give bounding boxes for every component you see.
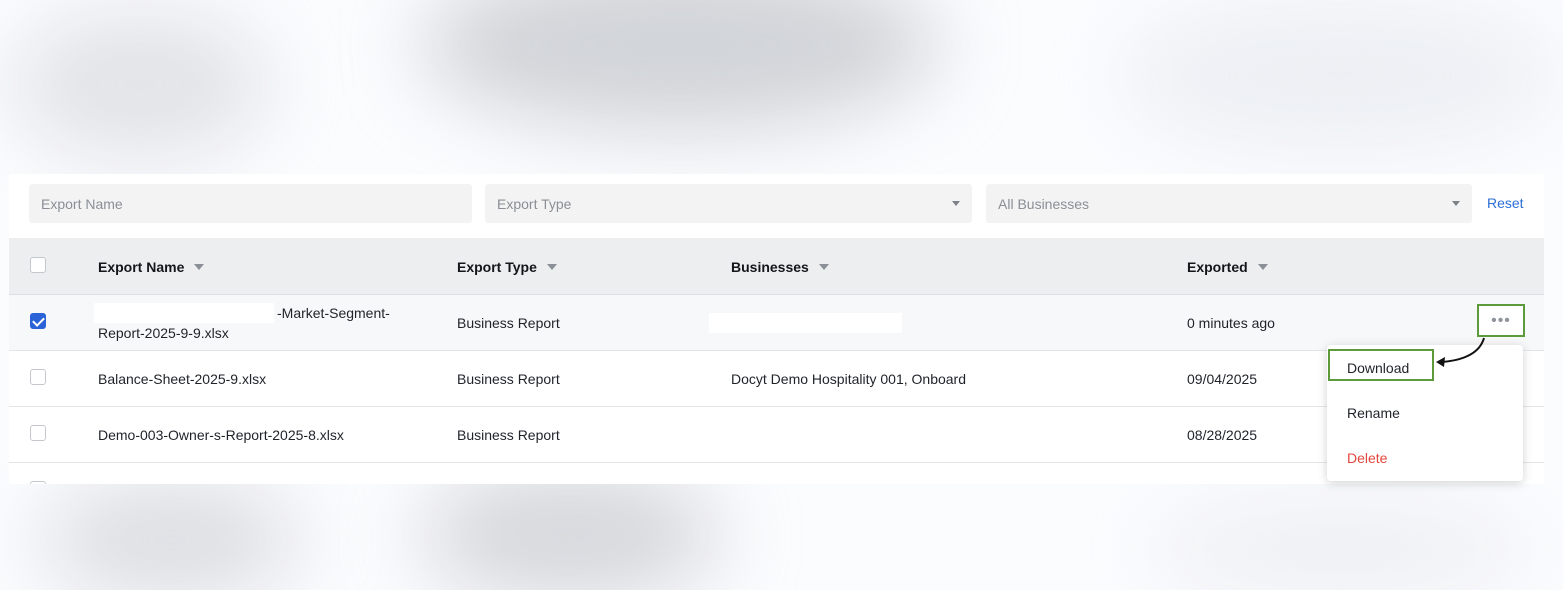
table-row[interactable] <box>9 463 1544 484</box>
column-export-type[interactable]: Export Type <box>457 259 557 275</box>
table-row[interactable]: -Market-Segment- Report-2025-9-9.xlsx Bu… <box>9 295 1544 351</box>
export-name-line1: -Market-Segment- <box>277 305 390 321</box>
column-export-name[interactable]: Export Name <box>98 259 205 275</box>
table-row[interactable]: Balance-Sheet-2025-9.xlsx Business Repor… <box>9 351 1544 407</box>
businesses-cell: Docyt Demo Hospitality 001, Onboard <box>731 371 966 387</box>
businesses-placeholder: All Businesses <box>998 195 1090 212</box>
column-export-name-label: Export Name <box>98 259 185 275</box>
row-actions-more-button[interactable]: ••• <box>1477 304 1525 337</box>
chevron-down-icon <box>1452 201 1460 206</box>
export-type-placeholder: Export Type <box>497 195 572 212</box>
column-export-type-label: Export Type <box>457 259 537 275</box>
exports-panel: Export Name Export Type All Businesses R… <box>9 174 1544 484</box>
export-type-cell: Business Report <box>457 315 560 331</box>
businesses-filter-select[interactable]: All Businesses <box>986 184 1472 223</box>
redacted-businesses <box>727 429 847 445</box>
column-exported[interactable]: Exported <box>1187 259 1268 275</box>
menu-item-download[interactable]: Download <box>1347 360 1409 376</box>
chevron-down-icon <box>952 201 960 206</box>
menu-item-delete[interactable]: Delete <box>1347 450 1387 466</box>
row-checkbox[interactable] <box>30 369 46 385</box>
export-name-cell: Balance-Sheet-2025-9.xlsx <box>98 371 267 387</box>
redacted-businesses <box>709 313 902 333</box>
callout-arrow-icon <box>1436 337 1485 367</box>
row-checkbox[interactable] <box>30 481 46 484</box>
sort-caret-icon <box>818 264 829 270</box>
export-name-cell: Demo-003-Owner-s-Report-2025-8.xlsx <box>98 427 344 443</box>
exported-cell: 0 minutes ago <box>1187 315 1275 331</box>
exported-cell: 08/28/2025 <box>1187 427 1258 443</box>
export-name-placeholder: Export Name <box>41 195 123 212</box>
exported-cell: 09/04/2025 <box>1187 371 1258 387</box>
export-type-filter-select[interactable]: Export Type <box>485 184 972 223</box>
select-all-checkbox[interactable] <box>30 257 46 273</box>
sort-caret-icon <box>1257 264 1268 270</box>
column-businesses-label: Businesses <box>731 259 809 275</box>
filter-bar: Export Name Export Type All Businesses R… <box>9 174 1544 238</box>
export-type-cell: Business Report <box>457 427 560 443</box>
column-businesses[interactable]: Businesses <box>731 259 829 275</box>
more-horizontal-icon: ••• <box>1491 311 1511 329</box>
table-header: Export Name Export Type Businesses Expor… <box>9 238 1544 295</box>
sort-caret-icon <box>546 264 557 270</box>
column-exported-label: Exported <box>1187 259 1248 275</box>
export-name-filter-input[interactable]: Export Name <box>29 184 472 223</box>
sort-caret-icon <box>194 264 205 270</box>
row-actions-menu: Download Rename Delete <box>1327 345 1523 481</box>
redacted-name-prefix <box>94 303 274 323</box>
row-checkbox[interactable] <box>30 425 46 441</box>
export-name-line2: Report-2025-9-9.xlsx <box>98 325 229 341</box>
table-row[interactable]: Demo-003-Owner-s-Report-2025-8.xlsx Busi… <box>9 407 1544 463</box>
menu-item-rename[interactable]: Rename <box>1347 405 1400 421</box>
row-checkbox[interactable] <box>30 313 46 329</box>
export-type-cell: Business Report <box>457 371 560 387</box>
reset-filters-link[interactable]: Reset <box>1487 195 1524 211</box>
